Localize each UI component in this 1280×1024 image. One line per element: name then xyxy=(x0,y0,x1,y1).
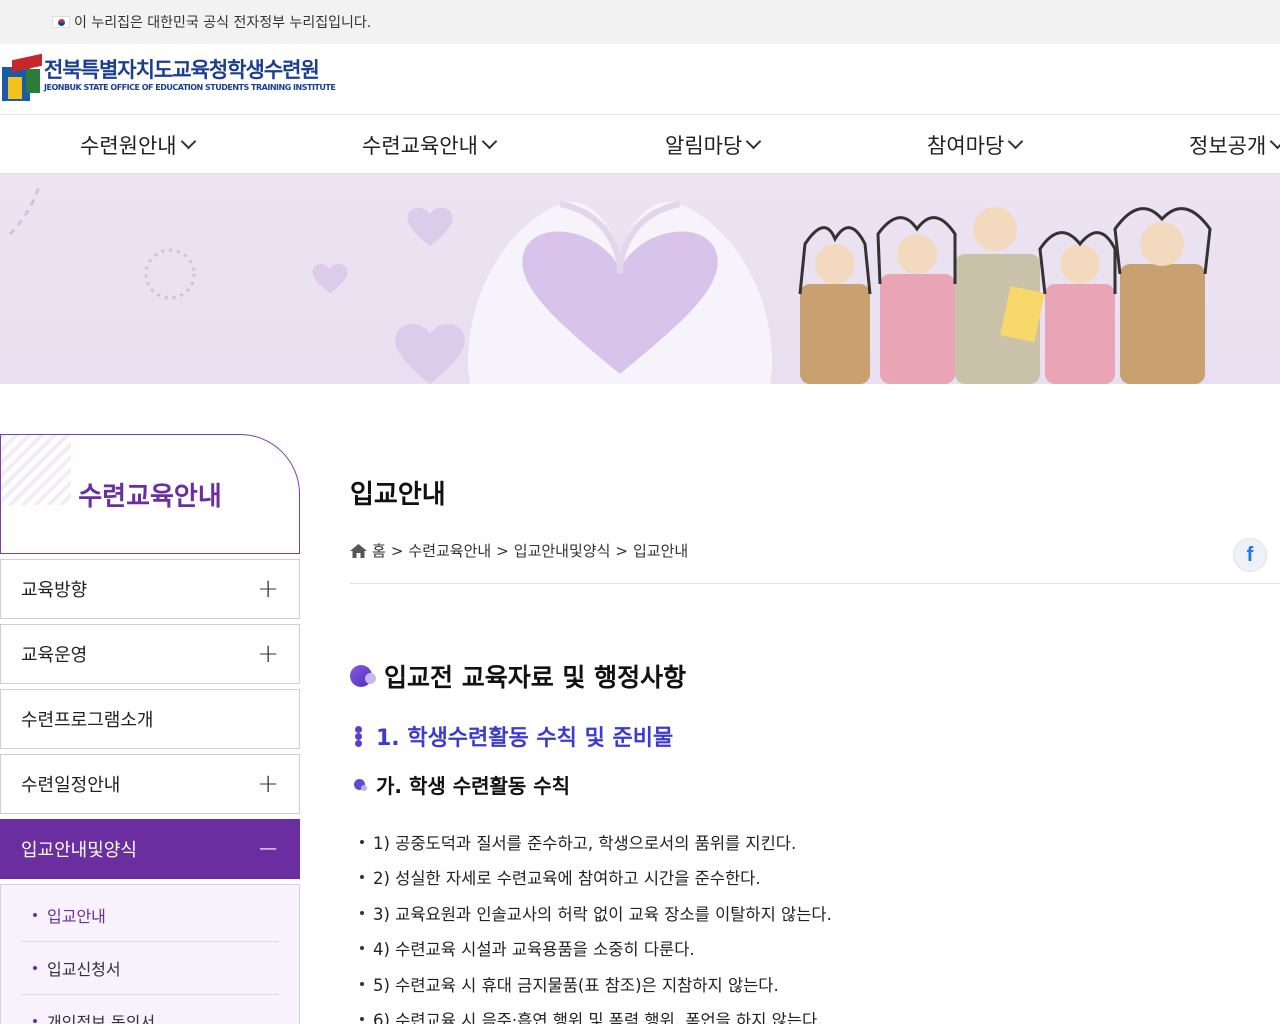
plus-icon: + xyxy=(257,639,279,669)
breadcrumb-separator: > xyxy=(615,541,628,560)
subsection-heading: 1. 학생수련활동 수칙 및 준비물 xyxy=(354,720,673,752)
side-nav-item-label: 교육방향 xyxy=(21,580,88,601)
plus-icon: + xyxy=(257,769,279,799)
bullet-icon xyxy=(360,839,364,844)
chevron-down-icon xyxy=(481,133,498,150)
side-nav-item-education-direction[interactable]: 교육방향 + xyxy=(0,559,300,619)
nav-item-label: 수련교육안내 xyxy=(362,133,478,158)
breadcrumb: 홈 > 수련교육안내 > 입교안내및양식 > 입교안내 xyxy=(350,540,688,561)
side-nav-submenu: 입교안내 입교신청서 개인정보 동의서 xyxy=(0,884,300,1024)
bullet-icon xyxy=(360,910,364,915)
rule-text: 3) 교육요원과 인솔교사의 허락 없이 교육 장소를 이탈하지 않는다. xyxy=(373,904,832,924)
rule-text: 2) 성실한 자세로 수련교육에 참여하고 시간을 준수한다. xyxy=(373,869,761,889)
nav-item-label: 정보공개 xyxy=(1189,133,1267,158)
site-logo[interactable]: 전북특별자치도교육청학생수련원 JEONBUK STATE OFFICE OF … xyxy=(2,53,336,101)
side-nav-item-label: 교육운영 xyxy=(21,645,88,666)
submenu-item-label: 입교안내 xyxy=(47,907,106,926)
side-nav-item-program-intro[interactable]: 수련프로그램소개 xyxy=(0,689,300,749)
heading-bullet-icon xyxy=(350,663,376,689)
divider xyxy=(350,583,1280,584)
page-title: 입교안내 xyxy=(350,480,446,510)
bullet-icon xyxy=(360,946,364,951)
side-nav-title: 수련교육안내 xyxy=(0,434,300,554)
side-nav-title-text: 수련교육안내 xyxy=(78,481,222,512)
plus-icon: + xyxy=(257,574,279,604)
gov-banner: 이 누리집은 대한민국 공식 전자정부 누리집입니다. xyxy=(0,0,1280,44)
banner-illustration xyxy=(8,183,1212,384)
nav-item-label: 참여마당 xyxy=(927,133,1005,158)
rules-heading: 가. 학생 수련활동 수칙 xyxy=(354,770,570,799)
rule-text: 4) 수련교육 시설과 교육용품을 소중히 다룬다. xyxy=(373,940,695,960)
main-nav: 수련원안내 수련교육안내 알림마당 참여마당 정보공개 xyxy=(0,115,1280,174)
side-nav-item-label: 입교안내및양식 xyxy=(21,840,137,861)
list-item: 1) 공중도덕과 질서를 준수하고, 학생으로서의 품위를 지킨다. xyxy=(360,824,832,860)
list-item: 5) 수련교육 시 휴대 금지물품(표 참조)은 지참하지 않는다. xyxy=(360,966,832,1002)
submenu-item-privacy-consent[interactable]: 개인정보 동의서 xyxy=(21,995,279,1024)
visual-banner xyxy=(0,174,1280,384)
list-item: 2) 성실한 자세로 수련교육에 참여하고 시간을 준수한다. xyxy=(360,860,832,896)
subsection-heading-text: 1. 학생수련활동 수칙 및 준비물 xyxy=(376,726,674,751)
rule-text: 1) 공중도덕과 질서를 준수하고, 학생으로서의 품위를 지킨다. xyxy=(373,833,797,853)
submenu-item-admission-guide[interactable]: 입교안내 xyxy=(21,889,279,942)
bullet-icon xyxy=(360,875,364,880)
chevron-down-icon xyxy=(1270,133,1280,150)
logo-korean-name: 전북특별자치도교육청학생수련원 xyxy=(44,58,320,82)
breadcrumb-item[interactable]: 수련교육안내 xyxy=(408,540,491,561)
breadcrumb-current: 입교안내 xyxy=(632,542,689,560)
nav-item-education[interactable]: 수련교육안내 xyxy=(362,115,498,174)
breadcrumb-separator: > xyxy=(390,541,404,560)
breadcrumb-item[interactable]: 입교안내및양식 xyxy=(514,540,611,561)
nav-item-notice[interactable]: 알림마당 xyxy=(665,115,762,174)
side-nav-item-label: 수련프로그램소개 xyxy=(21,710,154,731)
gov-banner-text: 이 누리집은 대한민국 공식 전자정부 누리집입니다. xyxy=(74,15,372,31)
nav-item-label: 알림마당 xyxy=(665,133,743,158)
bullet-icon xyxy=(33,1019,37,1023)
facebook-icon: f xyxy=(1246,543,1254,566)
nav-item-disclosure[interactable]: 정보공개 xyxy=(1189,115,1280,174)
submenu-item-label: 개인정보 동의서 xyxy=(47,1013,156,1024)
site-header: 전북특별자치도교육청학생수련원 JEONBUK STATE OFFICE OF … xyxy=(0,44,1280,115)
side-nav-item-admission[interactable]: 입교안내및양식 − xyxy=(0,819,300,879)
side-nav-item-schedule[interactable]: 수련일정안내 + xyxy=(0,754,300,814)
section-heading-text: 입교전 교육자료 및 행정사항 xyxy=(384,663,687,692)
list-item: 3) 교육요원과 인솔교사의 허락 없이 교육 장소를 이탈하지 않는다. xyxy=(360,895,832,931)
home-icon[interactable] xyxy=(350,543,367,558)
submenu-item-label: 입교신청서 xyxy=(47,960,121,979)
rules-list: 1) 공중도덕과 질서를 준수하고, 학생으로서의 품위를 지킨다. 2) 성실… xyxy=(360,824,832,1024)
submenu-item-application[interactable]: 입교신청서 xyxy=(21,942,279,995)
nav-item-institute[interactable]: 수련원안내 xyxy=(80,115,196,174)
dots-bullet-icon xyxy=(354,724,364,748)
bullet-icon xyxy=(33,913,37,917)
rules-heading-text: 가. 학생 수련활동 수칙 xyxy=(376,774,571,798)
section-heading: 입교전 교육자료 및 행정사항 xyxy=(350,658,686,694)
minus-icon: − xyxy=(257,834,279,864)
rule-text: 6) 수련교육 시 음주·흡연 행위 및 폭력 행위, 폭언을 하지 않는다. xyxy=(373,1011,823,1024)
bullet-icon xyxy=(360,981,364,986)
breadcrumb-home[interactable]: 홈 xyxy=(372,540,386,561)
chevron-down-icon xyxy=(1008,133,1024,150)
bullet-icon xyxy=(33,966,37,970)
chevron-down-icon xyxy=(746,133,762,150)
logo-english-name: JEONBUK STATE OFFICE OF EDUCATION STUDEN… xyxy=(44,83,336,92)
chevron-down-icon xyxy=(180,133,196,150)
list-item: 6) 수련교육 시 음주·흡연 행위 및 폭력 행위, 폭언을 하지 않는다. xyxy=(360,1002,832,1024)
list-item: 4) 수련교육 시설과 교육용품을 소중히 다룬다. xyxy=(360,931,832,967)
breadcrumb-separator: > xyxy=(496,541,509,560)
logo-mark-icon xyxy=(2,53,42,101)
side-nav: 수련교육안내 교육방향 + 교육운영 + 수련프로그램소개 수련일정안내 + 입… xyxy=(0,434,300,1024)
decoration-pattern xyxy=(1,435,71,505)
heading-bullet-icon xyxy=(354,778,368,792)
nav-item-label: 수련원안내 xyxy=(80,133,177,158)
bullet-icon xyxy=(360,1017,364,1022)
rule-text: 5) 수련교육 시 휴대 금지물품(표 참조)은 지참하지 않는다. xyxy=(373,975,779,995)
nav-item-participation[interactable]: 참여마당 xyxy=(927,115,1024,174)
korea-flag-icon xyxy=(52,16,70,28)
side-nav-item-label: 수련일정안내 xyxy=(21,775,121,796)
facebook-share-button[interactable]: f xyxy=(1233,538,1267,572)
side-nav-item-education-operation[interactable]: 교육운영 + xyxy=(0,624,300,684)
